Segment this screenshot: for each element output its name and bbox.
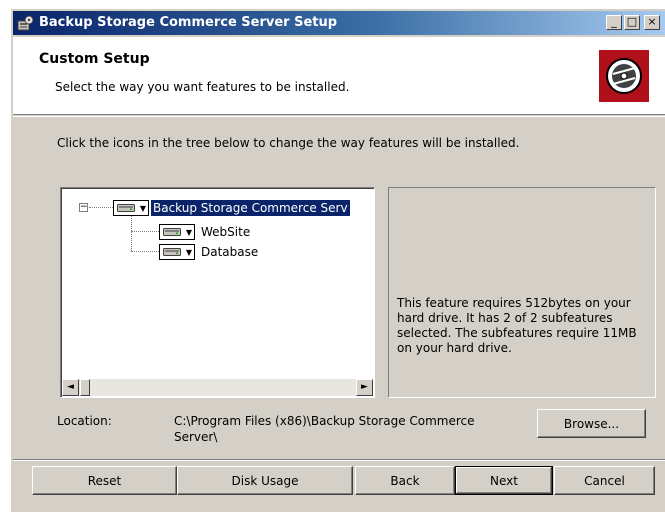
- dropdown-arrow-icon: ▼: [139, 203, 146, 213]
- title-bar[interactable]: Backup Storage Commerce Server Setup _ □…: [13, 11, 665, 35]
- disk-usage-button[interactable]: Disk Usage: [177, 466, 353, 495]
- reset-button[interactable]: Reset: [32, 466, 177, 495]
- scroll-thumb[interactable]: [80, 379, 90, 396]
- hard-drive-icon: [117, 203, 135, 212]
- minimize-button[interactable]: _: [606, 15, 622, 30]
- setup-window: Backup Storage Commerce Server Setup _ □…: [10, 8, 665, 512]
- horizontal-scrollbar[interactable]: ◄ ►: [62, 379, 373, 396]
- feature-tree[interactable]: − ▼ Backup Storage Commerce Serv ▼ WebSi…: [60, 187, 375, 398]
- tree-connector: [131, 251, 159, 252]
- tree-node-database[interactable]: ▼ Database: [159, 243, 260, 260]
- feature-description-panel: This feature requires 512bytes on your h…: [388, 187, 656, 398]
- feature-description: This feature requires 512bytes on your h…: [397, 296, 637, 355]
- next-button[interactable]: Next: [455, 466, 553, 495]
- tree-connector: [89, 207, 113, 208]
- maximize-button[interactable]: □: [624, 15, 640, 30]
- installer-icon: [17, 15, 34, 31]
- location-label: Location:: [57, 414, 112, 428]
- disc-icon: [599, 50, 649, 102]
- feature-state-button[interactable]: ▼: [113, 199, 149, 216]
- scroll-left-button[interactable]: ◄: [62, 379, 79, 396]
- window-title: Backup Storage Commerce Server Setup: [39, 15, 338, 30]
- location-path: C:\Program Files (x86)\Backup Storage Co…: [174, 414, 475, 444]
- tree-node-label[interactable]: WebSite: [199, 224, 252, 240]
- back-button[interactable]: Back: [355, 466, 455, 495]
- browse-button[interactable]: Browse...: [537, 409, 646, 438]
- footer-divider-highlight: [13, 460, 665, 461]
- page-title: Custom Setup: [39, 51, 150, 67]
- dropdown-arrow-icon: ▼: [185, 247, 192, 257]
- feature-state-button[interactable]: ▼: [159, 243, 195, 260]
- page-subtitle: Select the way you want features to be i…: [55, 80, 350, 94]
- tree-node-label[interactable]: Database: [199, 244, 260, 260]
- tree-connector: [131, 231, 159, 232]
- banner-divider: [13, 116, 665, 117]
- header-banner: Custom Setup Select the way you want fea…: [13, 37, 665, 115]
- scroll-right-button[interactable]: ►: [356, 379, 373, 396]
- hard-drive-icon: [163, 227, 181, 236]
- dropdown-arrow-icon: ▼: [185, 227, 192, 237]
- close-button[interactable]: ×: [644, 15, 660, 30]
- feature-state-button[interactable]: ▼: [159, 223, 195, 240]
- tree-node-website[interactable]: ▼ WebSite: [159, 223, 252, 240]
- tree-node-label[interactable]: Backup Storage Commerce Serv: [151, 199, 350, 216]
- tree-node-root[interactable]: ▼ Backup Storage Commerce Serv: [113, 199, 350, 216]
- tree-connector: [131, 215, 132, 251]
- collapse-icon[interactable]: −: [79, 203, 88, 212]
- hard-drive-icon: [163, 247, 181, 256]
- cancel-button[interactable]: Cancel: [554, 466, 655, 495]
- instruction-text: Click the icons in the tree below to cha…: [57, 136, 520, 150]
